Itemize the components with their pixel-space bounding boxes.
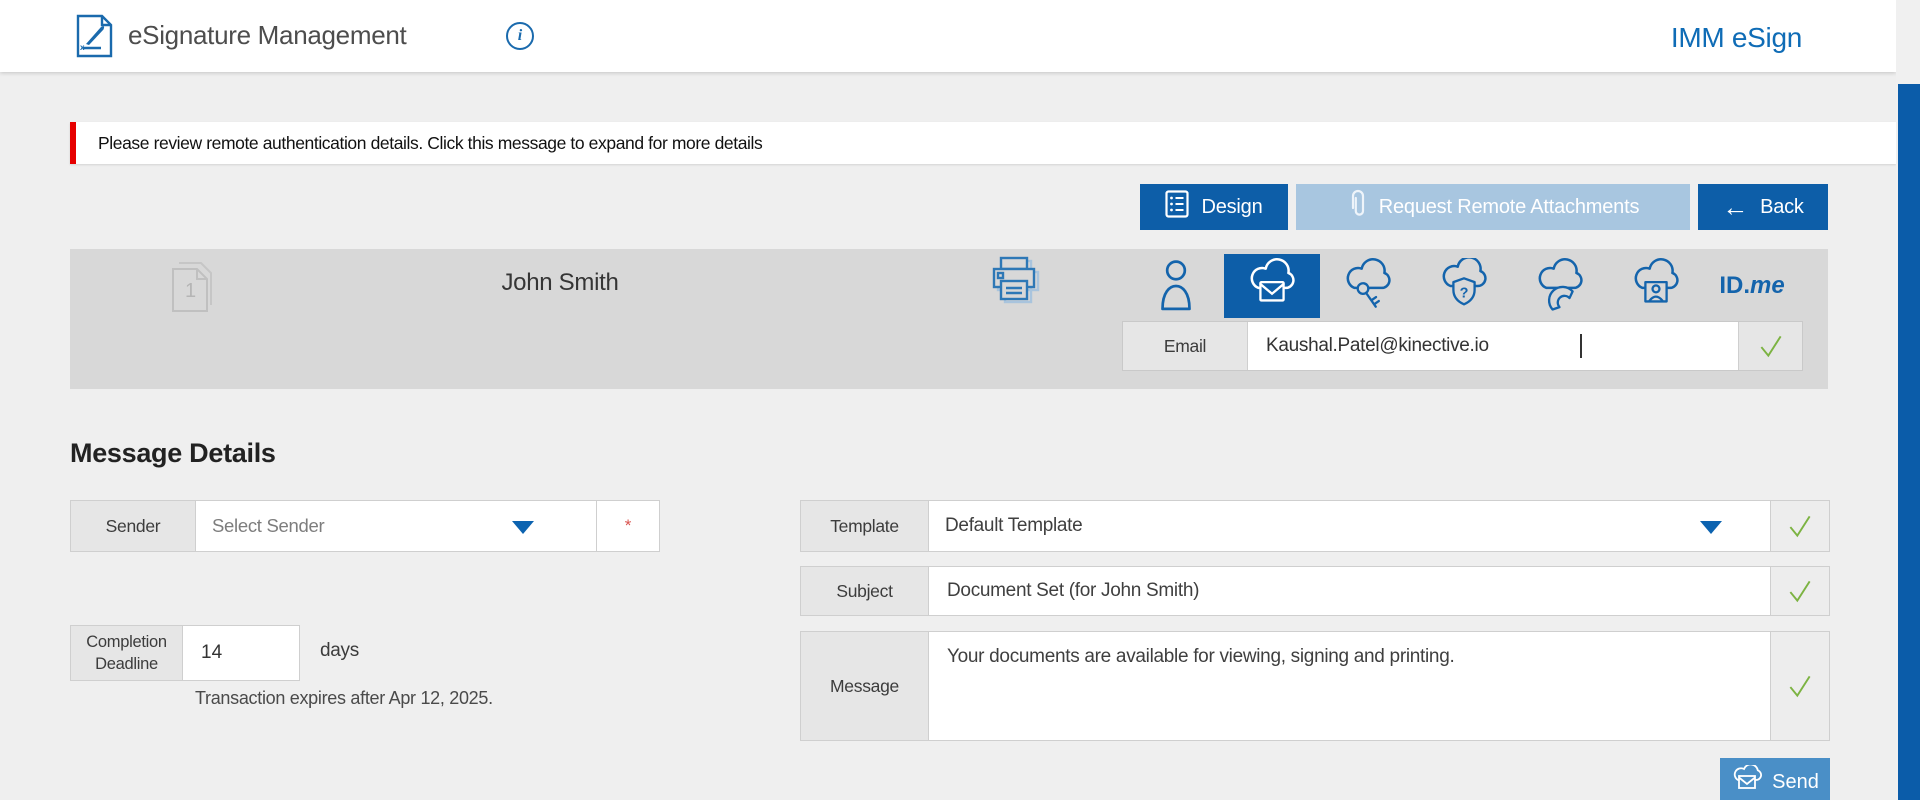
- page-title: eSignature Management: [128, 20, 406, 51]
- subject-row: Subject: [800, 566, 1830, 616]
- text-caret: [1580, 334, 1582, 358]
- expiry-note: Transaction expires after Apr 12, 2025.: [195, 688, 493, 709]
- sender-placeholder: Select Sender: [212, 515, 324, 537]
- message-row: Message Your documents are available for…: [800, 631, 1830, 741]
- auth-in-person-signing-icon[interactable]: [1128, 254, 1224, 318]
- template-label: Template: [801, 501, 929, 551]
- message-field: Your documents are available for viewing…: [929, 632, 1770, 740]
- send-button-label: Send: [1772, 771, 1819, 794]
- recipient-row: 1 John Smith: [70, 249, 1828, 389]
- esign-document-quill-icon: x: [76, 14, 114, 63]
- sender-label: Sender: [71, 501, 196, 551]
- svg-text:1: 1: [185, 280, 196, 302]
- svg-text:x: x: [80, 43, 85, 52]
- sender-required-cell: *: [596, 501, 659, 551]
- email-input[interactable]: [1264, 334, 1708, 358]
- completion-deadline-input[interactable]: [199, 641, 283, 665]
- subject-input[interactable]: [945, 579, 1754, 603]
- back-button-label: Back: [1760, 196, 1804, 219]
- recipient-name: John Smith: [400, 269, 720, 297]
- design-button[interactable]: Design: [1140, 184, 1288, 230]
- completion-deadline-field: [183, 626, 299, 680]
- svg-text:?: ?: [1460, 286, 1469, 302]
- alert-text: Please review remote authentication deta…: [98, 133, 762, 154]
- completion-deadline-label: Completion Deadline: [71, 626, 183, 680]
- brand-logo: IMM eSign: [1671, 22, 1802, 54]
- auth-phone-call-icon[interactable]: [1512, 254, 1608, 318]
- design-icon: [1165, 190, 1189, 224]
- auth-security-question-icon[interactable]: ?: [1416, 254, 1512, 318]
- email-input-wrap: [1248, 322, 1738, 370]
- chevron-down-icon: [512, 521, 534, 534]
- back-button[interactable]: ← Back: [1698, 184, 1828, 230]
- auth-photo-id-icon[interactable]: [1608, 254, 1704, 318]
- email-field-row: Email: [1122, 321, 1803, 371]
- template-valid-check: [1770, 501, 1829, 551]
- scrollbar-thumb[interactable]: [1898, 84, 1920, 800]
- message-textarea[interactable]: Your documents are available for viewing…: [945, 642, 1754, 732]
- subject-label: Subject: [801, 567, 929, 615]
- subject-valid-check: [1770, 567, 1829, 615]
- paperclip-icon: [1347, 189, 1367, 225]
- design-button-label: Design: [1201, 196, 1262, 219]
- email-field-label: Email: [1123, 322, 1248, 370]
- request-remote-attachments-button[interactable]: Request Remote Attachments: [1296, 184, 1690, 230]
- message-valid-check: [1770, 632, 1829, 740]
- required-marker: *: [625, 516, 632, 536]
- message-details-heading: Message Details: [70, 438, 276, 469]
- message-label: Message: [801, 632, 929, 740]
- print-icon[interactable]: [985, 255, 1045, 313]
- send-button[interactable]: Send: [1720, 758, 1830, 800]
- esignature-management-page: x eSignature Management i IMM eSign Plea…: [0, 0, 1920, 800]
- auth-email-icon[interactable]: [1224, 254, 1320, 318]
- email-valid-check: [1738, 322, 1802, 370]
- sender-dropdown[interactable]: Select Sender: [196, 501, 596, 551]
- send-cloud-email-icon: [1731, 765, 1763, 799]
- app-header: x eSignature Management i IMM eSign: [0, 0, 1896, 72]
- back-arrow-icon: ←: [1722, 197, 1748, 217]
- auth-id-me-icon[interactable]: ID.me: [1704, 254, 1800, 318]
- subject-field: [929, 567, 1770, 615]
- template-value: Default Template: [945, 515, 1082, 537]
- template-row: Template Default Template: [800, 500, 1830, 552]
- chevron-down-icon: [1700, 521, 1722, 534]
- auth-access-code-icon[interactable]: [1320, 254, 1416, 318]
- remote-auth-alert[interactable]: Please review remote authentication deta…: [70, 122, 1896, 164]
- idme-logo: ID.me: [1719, 272, 1784, 300]
- scrollbar-track[interactable]: [1896, 0, 1920, 800]
- document-count-icon: 1: [165, 259, 217, 320]
- days-label: days: [320, 640, 359, 662]
- info-icon[interactable]: i: [506, 22, 534, 50]
- completion-deadline-row: Completion Deadline: [70, 625, 300, 681]
- template-dropdown[interactable]: Default Template: [929, 501, 1770, 551]
- request-remote-attachments-label: Request Remote Attachments: [1379, 196, 1640, 219]
- sender-row: Sender Select Sender *: [70, 500, 660, 552]
